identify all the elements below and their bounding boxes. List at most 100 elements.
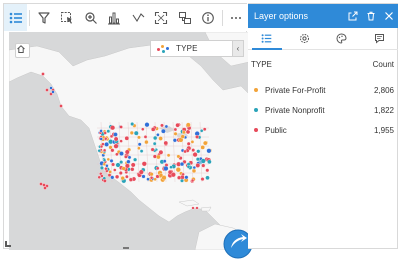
institution-point[interactable] bbox=[42, 183, 46, 187]
institution-point[interactable] bbox=[173, 131, 178, 136]
institution-point[interactable] bbox=[137, 146, 141, 150]
institution-point[interactable] bbox=[119, 125, 123, 129]
institution-point[interactable] bbox=[144, 122, 150, 128]
institution-point[interactable] bbox=[160, 123, 164, 128]
institution-point[interactable] bbox=[185, 122, 191, 128]
institution-point[interactable] bbox=[102, 148, 107, 152]
institution-point[interactable] bbox=[97, 175, 101, 179]
institution-point[interactable] bbox=[41, 72, 45, 76]
institution-point[interactable] bbox=[175, 167, 181, 173]
institution-point[interactable] bbox=[113, 136, 119, 142]
tab-style[interactable] bbox=[323, 28, 361, 49]
institution-point[interactable] bbox=[180, 178, 184, 183]
institution-point[interactable] bbox=[119, 160, 124, 165]
institution-point[interactable] bbox=[138, 169, 144, 175]
institution-point[interactable] bbox=[130, 162, 136, 168]
institution-point[interactable] bbox=[167, 169, 173, 175]
institution-point[interactable] bbox=[39, 182, 43, 186]
institution-point[interactable] bbox=[130, 122, 135, 126]
institution-point[interactable] bbox=[123, 154, 128, 159]
institution-point[interactable] bbox=[99, 137, 103, 141]
institution-point[interactable] bbox=[149, 176, 154, 180]
institution-point[interactable] bbox=[106, 157, 110, 162]
institution-point[interactable] bbox=[202, 127, 207, 132]
close-button[interactable] bbox=[380, 4, 398, 28]
institution-point[interactable] bbox=[205, 168, 210, 173]
institution-point[interactable] bbox=[184, 175, 189, 180]
institution-point[interactable] bbox=[106, 129, 111, 134]
institution-point[interactable] bbox=[143, 135, 148, 139]
institution-point[interactable] bbox=[149, 172, 154, 177]
institution-point[interactable] bbox=[109, 158, 114, 163]
tab-settings[interactable] bbox=[286, 28, 324, 49]
institution-point[interactable] bbox=[158, 136, 163, 141]
institution-point[interactable] bbox=[205, 175, 210, 181]
institution-point[interactable] bbox=[139, 149, 144, 153]
tab-popup[interactable] bbox=[361, 28, 398, 49]
resize-handle-bottom[interactable] bbox=[123, 247, 129, 249]
institution-point[interactable] bbox=[141, 161, 147, 167]
institution-point[interactable] bbox=[173, 127, 178, 132]
institution-point[interactable] bbox=[113, 168, 117, 172]
legend-row-private-for-profit[interactable]: Private For-Profit 2,806 bbox=[248, 80, 398, 100]
institution-point[interactable] bbox=[162, 159, 167, 164]
institution-point[interactable] bbox=[137, 142, 142, 147]
institution-point[interactable] bbox=[161, 175, 167, 181]
institution-point[interactable] bbox=[124, 136, 130, 141]
institution-point[interactable] bbox=[99, 165, 104, 170]
institution-point[interactable] bbox=[164, 124, 169, 129]
institution-point[interactable] bbox=[166, 153, 171, 158]
institution-point[interactable] bbox=[186, 141, 191, 146]
institution-point[interactable] bbox=[45, 88, 49, 92]
filter-button[interactable] bbox=[32, 4, 55, 31]
map-view[interactable]: TYPE ‹ bbox=[9, 32, 249, 250]
institution-point[interactable] bbox=[108, 170, 112, 174]
institution-point[interactable] bbox=[111, 162, 116, 167]
institution-point[interactable] bbox=[195, 163, 201, 168]
institution-point[interactable] bbox=[183, 149, 187, 154]
institution-point[interactable] bbox=[141, 174, 146, 179]
legend-collapse-button[interactable]: ‹ bbox=[233, 40, 244, 57]
institution-point[interactable] bbox=[202, 140, 208, 146]
institution-point[interactable] bbox=[196, 149, 201, 154]
institution-point[interactable] bbox=[201, 163, 206, 168]
legend-row-public[interactable]: Public 1,955 bbox=[248, 120, 398, 140]
institution-point[interactable] bbox=[172, 138, 177, 143]
line-tool-button[interactable] bbox=[126, 4, 149, 31]
institution-point[interactable] bbox=[103, 131, 107, 135]
institution-point[interactable] bbox=[200, 177, 205, 182]
institution-point[interactable] bbox=[110, 125, 116, 131]
institution-point[interactable] bbox=[177, 175, 182, 180]
institution-point[interactable] bbox=[207, 159, 212, 165]
institution-point[interactable] bbox=[163, 140, 169, 146]
home-button[interactable] bbox=[15, 43, 30, 58]
institution-point[interactable] bbox=[97, 149, 101, 153]
institution-point[interactable] bbox=[195, 206, 199, 210]
institution-point[interactable] bbox=[113, 143, 119, 149]
institution-point[interactable] bbox=[200, 145, 205, 150]
delete-button[interactable] bbox=[362, 4, 380, 28]
institution-point[interactable] bbox=[195, 157, 200, 162]
institution-point[interactable] bbox=[121, 166, 126, 171]
institution-point[interactable] bbox=[104, 141, 110, 147]
institution-point[interactable] bbox=[130, 167, 135, 172]
institution-point[interactable] bbox=[151, 127, 156, 132]
bar-chart-button[interactable] bbox=[103, 4, 126, 31]
institution-point[interactable] bbox=[118, 171, 123, 175]
institution-point[interactable] bbox=[110, 175, 115, 180]
institution-point[interactable] bbox=[191, 206, 195, 210]
open-external-button[interactable] bbox=[344, 4, 362, 28]
selection-button[interactable] bbox=[56, 4, 79, 31]
institution-point[interactable] bbox=[99, 129, 103, 133]
institution-point[interactable] bbox=[101, 142, 105, 146]
institution-point[interactable] bbox=[169, 165, 173, 169]
institution-point[interactable] bbox=[185, 129, 191, 135]
tab-legend[interactable] bbox=[248, 28, 286, 50]
institution-point[interactable] bbox=[152, 141, 157, 146]
institution-point[interactable] bbox=[133, 157, 138, 162]
institution-point[interactable] bbox=[124, 163, 130, 169]
institution-point[interactable] bbox=[192, 152, 198, 158]
institution-point[interactable] bbox=[126, 159, 131, 164]
map-layers-button[interactable] bbox=[173, 4, 196, 31]
institution-point[interactable] bbox=[49, 86, 53, 90]
